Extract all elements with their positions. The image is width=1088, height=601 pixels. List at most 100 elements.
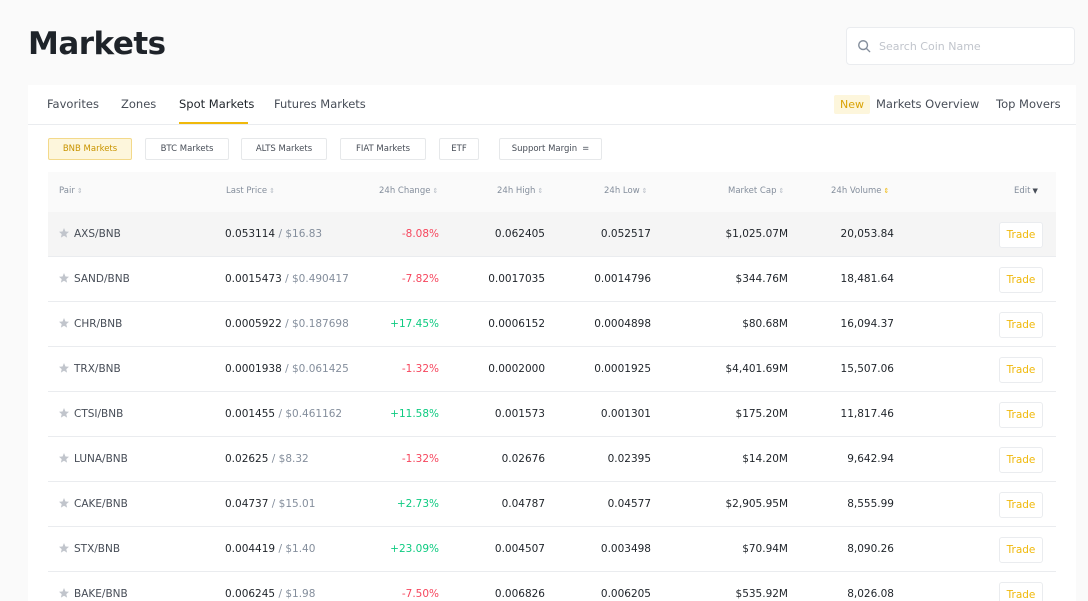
header-edit-label: Edit <box>1014 186 1031 196</box>
low-24h: 0.04577 <box>607 498 651 510</box>
last-price: 0.053114 / $16.83 <box>225 228 323 240</box>
filter-support-margin-dropdown[interactable]: Support Margin = <box>499 138 602 160</box>
table-row[interactable]: STX/BNB 0.004419 / $1.40 +23.09% 0.004507 0.… <box>48 527 1056 572</box>
volume-24h: 8,555.99 <box>847 498 894 510</box>
change-24h: -8.08% <box>401 228 439 240</box>
tab-markets-overview[interactable]: Markets Overview <box>876 97 979 111</box>
last-price-usd: $0.187698 <box>292 318 349 330</box>
header-pair[interactable]: Pair ⇕ <box>59 186 83 196</box>
low-24h: 0.052517 <box>600 228 651 240</box>
table-row[interactable]: CTSI/BNB 0.001455 / $0.461162 +11.58% 0.001… <box>48 392 1056 437</box>
change-24h: -7.50% <box>401 588 439 600</box>
trade-button[interactable]: Trade <box>999 582 1043 601</box>
header-24h-low[interactable]: 24h Low ⇕ <box>604 186 648 196</box>
star-icon[interactable] <box>58 587 70 599</box>
header-24h-change[interactable]: 24h Change ⇕ <box>379 186 438 196</box>
high-24h: 0.0006152 <box>488 318 545 330</box>
last-price-usd: $0.490417 <box>292 273 349 285</box>
table-row[interactable]: AXS/BNB 0.053114 / $16.83 -8.08% 0.062405 0.… <box>48 212 1056 257</box>
tab-zones[interactable]: Zones <box>121 97 156 111</box>
last-price-value: 0.02625 <box>225 453 269 465</box>
trade-button[interactable]: Trade <box>999 312 1043 338</box>
filter-support-margin-label: Support Margin <box>511 144 578 154</box>
filter-btc-markets[interactable]: BTC Markets <box>145 138 229 160</box>
star-icon[interactable] <box>58 227 70 239</box>
last-price: 0.0005922 / $0.187698 <box>225 318 349 330</box>
last-price-usd: $15.01 <box>278 498 316 510</box>
volume-24h: 8,026.08 <box>847 588 894 600</box>
tab-spot-markets[interactable]: Spot Markets <box>179 97 254 111</box>
search-box[interactable] <box>846 27 1075 65</box>
star-icon[interactable] <box>58 317 70 329</box>
header-24h-high[interactable]: 24h High ⇕ <box>497 186 543 196</box>
trade-button[interactable]: Trade <box>999 537 1043 563</box>
caret-down-icon: ▼ <box>1032 187 1038 195</box>
filter-alts-markets[interactable]: ALTS Markets <box>241 138 327 160</box>
last-price-value: 0.006245 <box>225 588 276 600</box>
star-icon[interactable] <box>58 407 70 419</box>
volume-24h: 20,053.84 <box>840 228 894 240</box>
table-row[interactable]: SAND/BNB 0.0015473 / $0.490417 -7.82% 0.001… <box>48 257 1056 302</box>
volume-24h: 16,094.37 <box>840 318 894 330</box>
trade-button[interactable]: Trade <box>999 267 1043 293</box>
trade-button[interactable]: Trade <box>999 402 1043 428</box>
pair-name: AXS/BNB <box>74 228 121 240</box>
header-last-price[interactable]: Last Price ⇕ <box>226 186 275 196</box>
table-row[interactable]: BAKE/BNB 0.006245 / $1.98 -7.50% 0.006826 0.… <box>48 572 1056 601</box>
pair-name: SAND/BNB <box>74 273 130 285</box>
tab-favorites[interactable]: Favorites <box>47 97 99 111</box>
trade-button[interactable]: Trade <box>999 357 1043 383</box>
change-24h: +11.58% <box>390 408 439 420</box>
last-price-value: 0.04737 <box>225 498 269 510</box>
low-24h: 0.003498 <box>600 543 651 555</box>
change-24h: +2.73% <box>396 498 439 510</box>
table-row[interactable]: LUNA/BNB 0.02625 / $8.32 -1.32% 0.02676 0.02… <box>48 437 1056 482</box>
last-price: 0.006245 / $1.98 <box>225 588 316 600</box>
filter-bnb-markets[interactable]: BNB Markets <box>48 138 132 160</box>
sort-icon: ⇕ <box>76 187 83 195</box>
market-cap: $70.94M <box>742 543 788 555</box>
pair-name: CHR/BNB <box>74 318 123 330</box>
last-price: 0.004419 / $1.40 <box>225 543 316 555</box>
filter-etf[interactable]: ETF <box>439 138 479 160</box>
header-pair-label: Pair <box>59 186 75 196</box>
change-24h: -1.32% <box>401 453 439 465</box>
star-icon[interactable] <box>58 452 70 464</box>
volume-24h: 15,507.06 <box>840 363 894 375</box>
high-24h: 0.0017035 <box>488 273 545 285</box>
last-price-value: 0.0001938 <box>225 363 282 375</box>
header-24h-volume[interactable]: 24h Volume ⇕ <box>831 186 889 196</box>
tab-futures-markets[interactable]: Futures Markets <box>274 97 366 111</box>
market-cap: $1,025.07M <box>725 228 789 240</box>
filter-fiat-markets[interactable]: FIAT Markets <box>340 138 426 160</box>
market-cap: $80.68M <box>742 318 788 330</box>
star-icon[interactable] <box>58 272 70 284</box>
header-market-cap[interactable]: Market Cap ⇕ <box>728 186 784 196</box>
trade-button[interactable]: Trade <box>999 222 1043 248</box>
last-price-value: 0.004419 <box>225 543 276 555</box>
trade-button[interactable]: Trade <box>999 447 1043 473</box>
table-row[interactable]: CHR/BNB 0.0005922 / $0.187698 +17.45% 0.000… <box>48 302 1056 347</box>
star-icon[interactable] <box>58 497 70 509</box>
trade-button[interactable]: Trade <box>999 492 1043 518</box>
pair-name: LUNA/BNB <box>74 453 128 465</box>
market-cap: $175.20M <box>735 408 788 420</box>
tab-top-movers[interactable]: Top Movers <box>996 97 1061 111</box>
star-icon[interactable] <box>58 362 70 374</box>
change-24h: -7.82% <box>401 273 439 285</box>
table-row[interactable]: CAKE/BNB 0.04737 / $15.01 +2.73% 0.04787 0.0… <box>48 482 1056 527</box>
header-edit[interactable]: Edit ▼ <box>1014 186 1038 196</box>
market-cap: $344.76M <box>735 273 788 285</box>
pair-name: BAKE/BNB <box>74 588 128 600</box>
star-icon[interactable] <box>58 542 70 554</box>
low-24h: 0.001301 <box>600 408 651 420</box>
markets-panel: Favorites Zones Spot Markets Futures Mar… <box>28 85 1076 601</box>
pair-name: CAKE/BNB <box>74 498 128 510</box>
table-row[interactable]: TRX/BNB 0.0001938 / $0.061425 -1.32% 0.0002… <box>48 347 1056 392</box>
search-input[interactable] <box>879 39 1059 53</box>
page-title: Markets <box>28 26 166 62</box>
volume-24h: 11,817.46 <box>840 408 894 420</box>
header-market-cap-label: Market Cap <box>728 186 777 196</box>
sort-icon: ⇕ <box>641 187 648 195</box>
last-price-value: 0.0005922 <box>225 318 282 330</box>
